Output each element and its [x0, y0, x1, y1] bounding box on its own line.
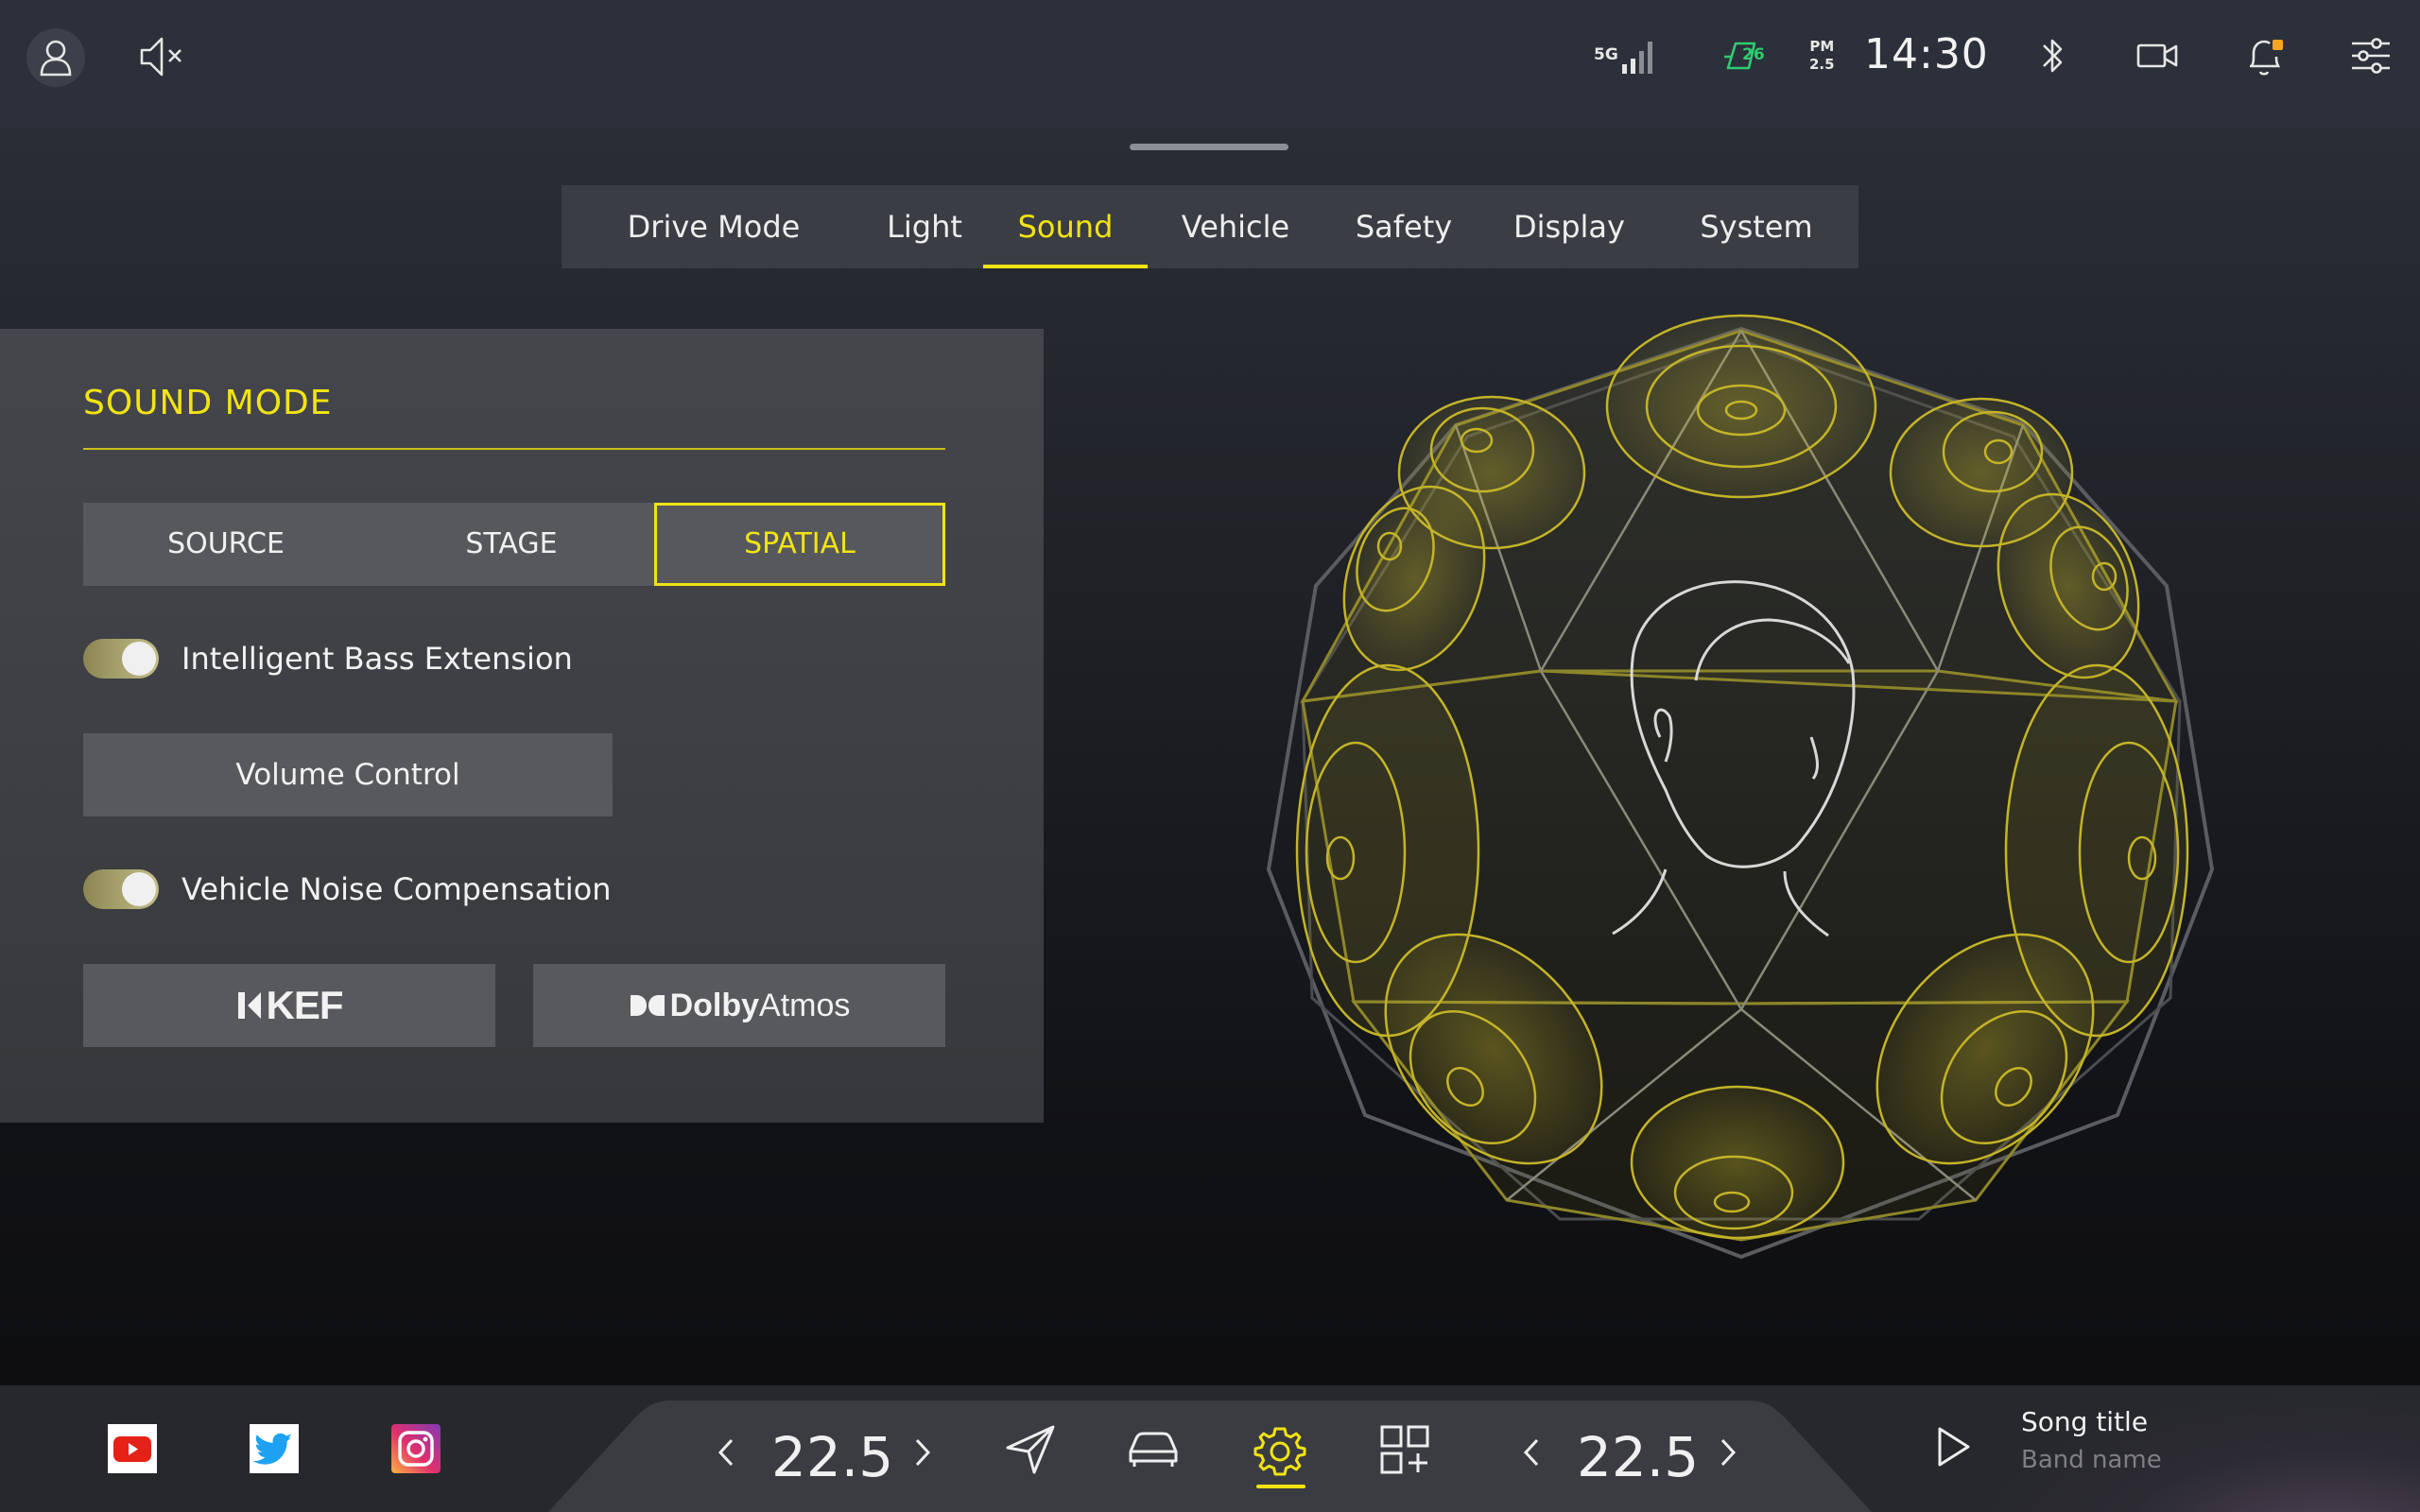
network-type-label: 5G [1594, 45, 1618, 64]
title-divider [83, 448, 945, 450]
spatial-speaker-sphere [1266, 314, 2215, 1260]
left-temperature: 22.5 [771, 1425, 894, 1489]
tab-vehicle[interactable]: Vehicle [1148, 185, 1323, 268]
settings-sliders-icon[interactable] [2348, 32, 2394, 79]
tab-system[interactable]: System [1654, 185, 1858, 268]
settings-tabs: Drive Mode Light Sound Vehicle Safety Di… [562, 185, 1858, 268]
sound-mode-panel: SOUND MODE SOURCE STAGE SPATIAL Intellig… [0, 329, 1044, 1123]
active-nav-indicator [1256, 1485, 1305, 1488]
send-icon[interactable] [1004, 1423, 1057, 1476]
bass-extension-toggle[interactable] [83, 639, 159, 679]
kef-label: KEF [266, 983, 344, 1027]
instagram-icon[interactable] [391, 1424, 441, 1473]
mode-stage-button[interactable]: STAGE [369, 503, 654, 586]
left-temp-increase-icon[interactable] [911, 1436, 934, 1469]
car-icon[interactable] [1125, 1423, 1182, 1476]
camera-icon[interactable] [2135, 32, 2182, 79]
kef-logo-icon [237, 992, 261, 1019]
toggle-knob [122, 642, 156, 676]
bluetooth-icon[interactable] [2036, 32, 2068, 79]
kef-button[interactable]: KEF [83, 964, 495, 1047]
noise-compensation-label: Vehicle Noise Compensation [182, 871, 612, 907]
play-icon[interactable] [1934, 1425, 1972, 1469]
noise-compensation-toggle[interactable] [83, 869, 159, 909]
left-temp-decrease-icon[interactable] [715, 1436, 737, 1469]
song-title: Song title [2021, 1406, 2149, 1437]
right-temp-decrease-icon[interactable] [1520, 1436, 1543, 1469]
youtube-icon[interactable] [108, 1424, 157, 1473]
dolby-label: Dolby [669, 987, 760, 1023]
panel-title: SOUND MODE [83, 384, 333, 422]
mute-icon[interactable] [138, 32, 185, 81]
drag-handle[interactable] [1130, 144, 1288, 150]
dolby-atmos-label: DolbyAtmos [670, 988, 851, 1024]
dolby-atmos-button[interactable]: DolbyAtmos [533, 964, 945, 1047]
aqi-value: 26 [1742, 45, 1765, 64]
noise-compensation-row: Vehicle Noise Compensation [83, 869, 612, 909]
pm-reading: PM 2.5 [1809, 38, 1835, 74]
bass-extension-label: Intelligent Bass Extension [182, 641, 573, 677]
tab-drive-mode[interactable]: Drive Mode [562, 185, 866, 268]
toggle-knob [122, 872, 156, 906]
pm-value: 2.5 [1809, 56, 1835, 73]
tab-sound[interactable]: Sound [983, 185, 1148, 268]
right-temperature: 22.5 [1577, 1425, 1700, 1489]
dolby-logo-icon [630, 995, 665, 1016]
user-icon [40, 40, 72, 77]
apps-grid-icon[interactable] [1378, 1423, 1431, 1476]
twitter-icon[interactable] [250, 1424, 299, 1473]
volume-control-button[interactable]: Volume Control [83, 733, 613, 816]
clock: 14:30 [1864, 30, 1989, 78]
tab-safety[interactable]: Safety [1323, 185, 1484, 268]
tab-display[interactable]: Display [1484, 185, 1654, 268]
atmos-label: Atmos [759, 987, 851, 1023]
settings-gear-icon[interactable] [1252, 1423, 1308, 1480]
signal-strength-icon [1622, 42, 1652, 74]
notification-bell-icon[interactable] [2240, 32, 2288, 81]
bass-extension-row: Intelligent Bass Extension [83, 639, 573, 679]
sound-mode-selector: SOURCE STAGE SPATIAL [83, 503, 945, 586]
tab-light[interactable]: Light [866, 185, 983, 268]
user-profile-button[interactable] [26, 28, 85, 87]
status-bar: 5G 26 PM 2.5 14:30 [0, 0, 2420, 129]
right-temp-increase-icon[interactable] [1717, 1436, 1739, 1469]
pm-label: PM [1809, 38, 1835, 55]
band-name: Band name [2021, 1446, 2162, 1474]
mode-spatial-button[interactable]: SPATIAL [654, 503, 945, 586]
mode-source-button[interactable]: SOURCE [83, 503, 369, 586]
